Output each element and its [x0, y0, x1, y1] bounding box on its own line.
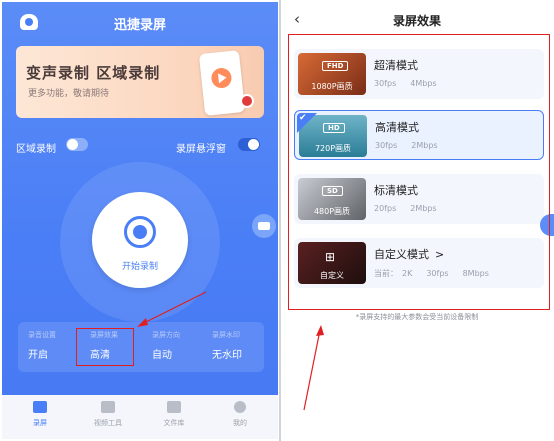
arrow-head-left — [137, 318, 148, 327]
arrow-head-right — [316, 325, 324, 336]
arrow-line-right — [303, 329, 321, 411]
screenshot-stage: 迅捷录屏 变声录制 区域录制 更多功能，敬请期待 区域录制 录屏悬浮窗 开始录制… — [0, 0, 554, 441]
annotation-arrows — [137, 291, 324, 411]
arrow-line-left — [139, 291, 207, 326]
